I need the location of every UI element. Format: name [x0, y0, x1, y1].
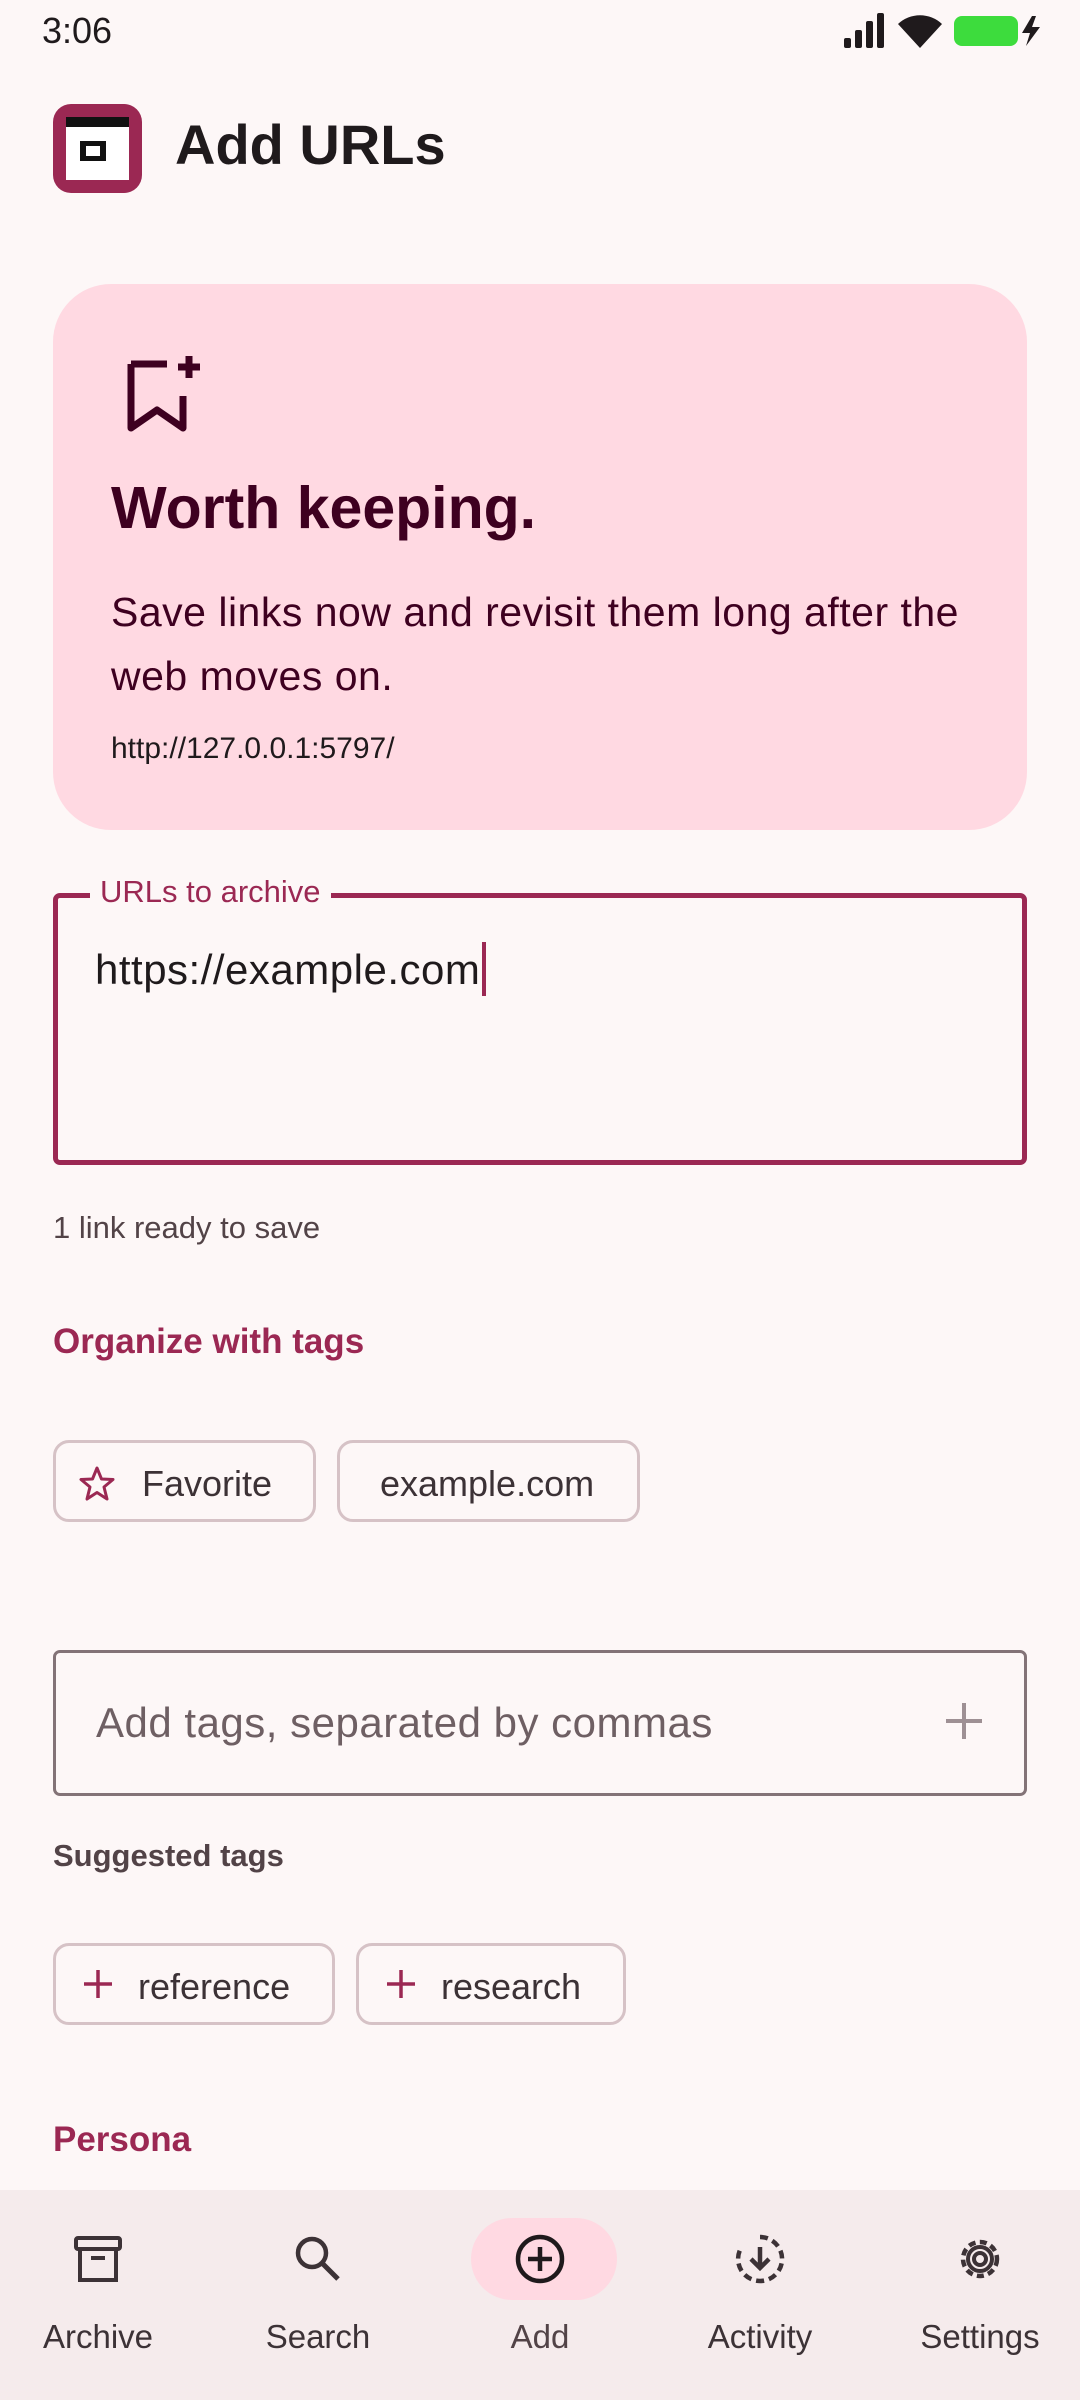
plus-icon[interactable] — [942, 1699, 986, 1743]
suggested-chip-reference[interactable]: reference — [53, 1943, 335, 2025]
tag-input-field[interactable] — [53, 1650, 1027, 1796]
suggested-chip-research[interactable]: research — [356, 1943, 626, 2025]
app-header: Add URLs — [0, 100, 1080, 196]
nav-search-label: Search — [265, 2318, 371, 2355]
plus-icon — [387, 1970, 415, 1998]
chip-example-com-label: example.com — [380, 1463, 595, 1504]
add-circle-icon — [515, 2234, 565, 2284]
suggested-tags-heading: Suggested tags — [53, 1838, 284, 1873]
nav-archive-label: Archive — [42, 2318, 154, 2355]
battery-charging-icon — [954, 16, 1040, 46]
suggested-chip-reference-label: reference — [138, 1966, 291, 2007]
page-title: Add URLs — [175, 113, 446, 176]
wifi-icon — [898, 15, 942, 48]
hero-text: Save links now and revisit them long aft… — [111, 589, 959, 699]
urls-field-value[interactable]: https://example.com — [95, 942, 487, 996]
nav-add-label: Add — [510, 2318, 570, 2355]
app-logo — [53, 104, 142, 193]
chip-favorite-label: Favorite — [142, 1463, 273, 1504]
star-outline-icon — [79, 1466, 115, 1501]
download-progress-icon — [735, 2234, 785, 2284]
nav-archive[interactable]: Archive — [8, 2218, 188, 2378]
text-caret — [482, 942, 487, 996]
urls-field-label: URLs to archive — [90, 874, 331, 910]
persona-heading: Persona — [53, 2120, 192, 2159]
hero-card: Worth keeping. Save links now and revisi… — [53, 284, 1027, 830]
urls-to-archive-field[interactable]: URLs to archive https://example.com — [53, 874, 1027, 1165]
server-url: http://127.0.0.1:5797/ — [111, 732, 395, 765]
bottom-navigation: Archive Search Add Activity Settings — [0, 2190, 1080, 2400]
search-icon — [295, 2236, 340, 2281]
nav-activity-label: Activity — [707, 2318, 813, 2355]
nav-activity[interactable]: Activity — [670, 2218, 850, 2378]
gear-icon — [960, 2239, 1000, 2279]
tags-heading: Organize with tags — [53, 1322, 365, 1361]
suggested-chip-research-label: research — [441, 1966, 582, 2007]
archive-box-icon — [74, 2236, 122, 2282]
bookmark-add-icon — [127, 356, 200, 432]
chip-favorite[interactable]: Favorite — [53, 1440, 316, 1522]
nav-search[interactable]: Search — [228, 2218, 408, 2378]
nav-add[interactable]: Add — [450, 2218, 630, 2378]
url-helper-text: 1 link ready to save — [53, 1210, 321, 1245]
tag-input[interactable] — [94, 1693, 894, 1753]
plus-icon — [84, 1970, 112, 1998]
chip-example-com[interactable]: example.com — [337, 1440, 640, 1522]
hero-title: Worth keeping. — [111, 475, 537, 541]
nav-settings[interactable]: Settings — [890, 2218, 1070, 2378]
urls-field-text: https://example.com — [95, 946, 481, 993]
nav-settings-label: Settings — [920, 2318, 1040, 2355]
signal-icon — [844, 13, 884, 48]
status-time: 3:06 — [42, 10, 113, 51]
status-bar: 3:06 — [0, 0, 1080, 62]
